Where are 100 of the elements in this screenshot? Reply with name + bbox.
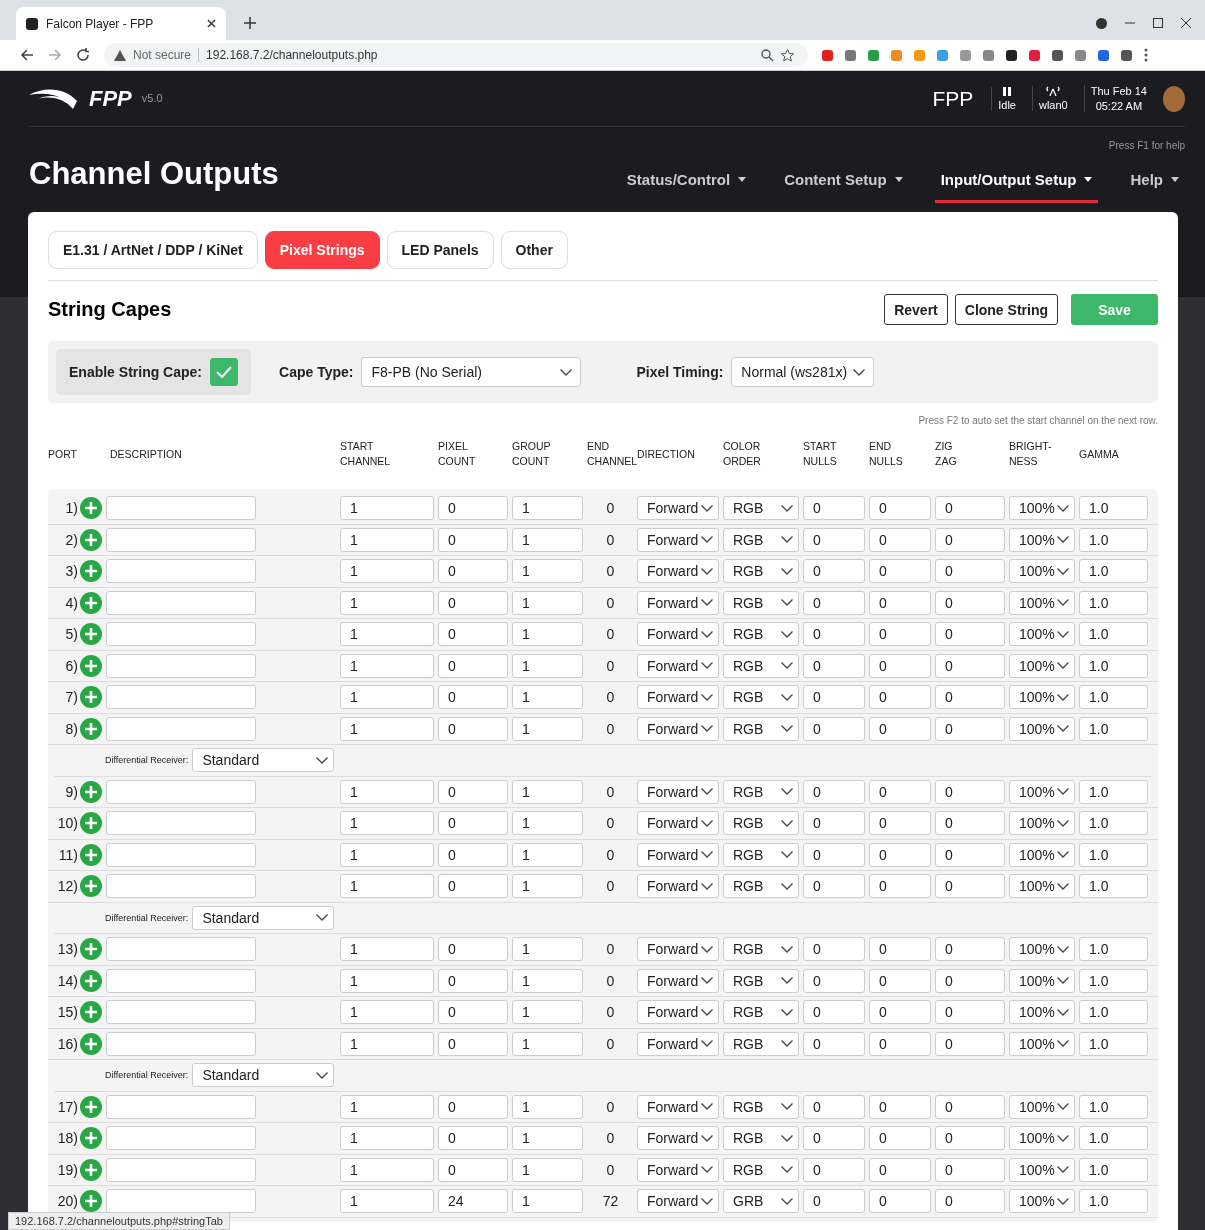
- receiver-select[interactable]: Standard: [192, 905, 335, 930]
- add-icon[interactable]: [80, 875, 102, 898]
- add-icon[interactable]: [80, 812, 102, 835]
- color-order-select[interactable]: RGB: [723, 622, 799, 647]
- color-order-select[interactable]: RGB: [723, 779, 799, 804]
- pixel-count-field[interactable]: 0: [438, 811, 508, 836]
- output-tab[interactable]: LED Panels: [386, 231, 494, 269]
- add-icon[interactable]: [80, 1158, 102, 1181]
- start-nulls-field[interactable]: 0: [803, 716, 865, 741]
- add-icon[interactable]: [80, 654, 102, 677]
- description-field[interactable]: [106, 559, 256, 584]
- group-count-field[interactable]: 1: [512, 1157, 583, 1182]
- start-channel-field[interactable]: 1: [340, 1000, 434, 1025]
- add-icon[interactable]: [80, 560, 102, 583]
- color-order-select[interactable]: RGB: [723, 1126, 799, 1151]
- brightness-select[interactable]: 100%: [1009, 1031, 1075, 1056]
- color-order-select[interactable]: RGB: [723, 716, 799, 741]
- brightness-select[interactable]: 100%: [1009, 527, 1075, 552]
- color-order-select[interactable]: RGB: [723, 1031, 799, 1056]
- nav-menu-item[interactable]: Help: [1124, 159, 1185, 203]
- direction-select[interactable]: Forward: [637, 653, 719, 678]
- color-order-select[interactable]: RGB: [723, 842, 799, 867]
- pixel-count-field[interactable]: 0: [438, 496, 508, 521]
- direction-select[interactable]: Forward: [637, 716, 719, 741]
- pixel-count-field[interactable]: 0: [438, 1157, 508, 1182]
- add-icon[interactable]: [80, 623, 102, 646]
- add-icon[interactable]: [80, 1032, 102, 1055]
- description-field[interactable]: [106, 1031, 256, 1056]
- outline-button[interactable]: Clone String: [954, 294, 1058, 325]
- group-count-field[interactable]: 1: [512, 937, 583, 962]
- close-icon[interactable]: [207, 19, 216, 28]
- direction-select[interactable]: Forward: [637, 811, 719, 836]
- description-field[interactable]: [106, 716, 256, 741]
- start-channel-field[interactable]: 1: [340, 496, 434, 521]
- pixel-count-field[interactable]: 0: [438, 874, 508, 899]
- direction-select[interactable]: Forward: [637, 937, 719, 962]
- zig-zag-field[interactable]: 0: [935, 1094, 1005, 1119]
- color-order-select[interactable]: RGB: [723, 527, 799, 552]
- add-icon[interactable]: [80, 938, 102, 961]
- gamma-field[interactable]: 1.0: [1079, 559, 1148, 584]
- end-nulls-field[interactable]: 0: [869, 779, 931, 804]
- address-bar[interactable]: Not secure 192.168.7.2/channeloutputs.php: [104, 43, 808, 67]
- outline-button[interactable]: Revert: [884, 294, 948, 325]
- group-count-field[interactable]: 1: [512, 622, 583, 647]
- start-nulls-field[interactable]: 0: [803, 590, 865, 615]
- direction-select[interactable]: Forward: [637, 842, 719, 867]
- group-count-field[interactable]: 1: [512, 874, 583, 899]
- direction-select[interactable]: Forward: [637, 1126, 719, 1151]
- add-icon[interactable]: [80, 497, 102, 520]
- start-channel-field[interactable]: 1: [340, 968, 434, 993]
- brightness-select[interactable]: 100%: [1009, 1157, 1075, 1182]
- pixel-count-field[interactable]: 0: [438, 527, 508, 552]
- end-nulls-field[interactable]: 0: [869, 968, 931, 993]
- group-count-field[interactable]: 1: [512, 653, 583, 678]
- add-icon[interactable]: [80, 686, 102, 709]
- description-field[interactable]: [106, 496, 256, 521]
- start-nulls-field[interactable]: 0: [803, 653, 865, 678]
- description-field[interactable]: [106, 590, 256, 615]
- color-order-select[interactable]: RGB: [723, 1094, 799, 1119]
- gamma-field[interactable]: 1.0: [1079, 811, 1148, 836]
- gamma-field[interactable]: 1.0: [1079, 1031, 1148, 1056]
- brightness-select[interactable]: 100%: [1009, 779, 1075, 804]
- zig-zag-field[interactable]: 0: [935, 590, 1005, 615]
- gamma-field[interactable]: 1.0: [1079, 968, 1148, 993]
- add-icon[interactable]: [80, 1001, 102, 1024]
- output-tab[interactable]: E1.31 / ArtNet / DDP / KiNet: [48, 231, 258, 269]
- end-nulls-field[interactable]: 0: [869, 1000, 931, 1025]
- start-channel-field[interactable]: 1: [340, 1157, 434, 1182]
- brightness-select[interactable]: 100%: [1009, 811, 1075, 836]
- start-channel-field[interactable]: 1: [340, 1189, 434, 1214]
- start-nulls-field[interactable]: 0: [803, 842, 865, 867]
- add-icon[interactable]: [80, 969, 102, 992]
- receiver-select[interactable]: Standard: [192, 748, 335, 773]
- start-channel-field[interactable]: 1: [340, 653, 434, 678]
- add-icon[interactable]: [80, 591, 102, 614]
- add-icon[interactable]: [80, 843, 102, 866]
- add-icon[interactable]: [80, 1190, 102, 1213]
- zig-zag-field[interactable]: 0: [935, 874, 1005, 899]
- group-count-field[interactable]: 1: [512, 1189, 583, 1214]
- maximize-icon[interactable]: [1153, 18, 1163, 28]
- extension-icon[interactable]: [1052, 49, 1063, 61]
- nav-menu-item[interactable]: Input/Output Setup: [934, 159, 1099, 203]
- pixel-count-field[interactable]: 0: [438, 590, 508, 615]
- zig-zag-field[interactable]: 0: [935, 496, 1005, 521]
- start-channel-field[interactable]: 1: [340, 1126, 434, 1151]
- end-nulls-field[interactable]: 0: [869, 811, 931, 836]
- group-count-field[interactable]: 1: [512, 968, 583, 993]
- forward-arrow-icon[interactable]: [48, 48, 62, 62]
- zig-zag-field[interactable]: 0: [935, 559, 1005, 584]
- direction-select[interactable]: Forward: [637, 874, 719, 899]
- end-nulls-field[interactable]: 0: [869, 937, 931, 962]
- zig-zag-field[interactable]: 0: [935, 685, 1005, 710]
- color-order-select[interactable]: RGB: [723, 1157, 799, 1182]
- zig-zag-field[interactable]: 0: [935, 779, 1005, 804]
- color-order-select[interactable]: RGB: [723, 496, 799, 521]
- zig-zag-field[interactable]: 0: [935, 811, 1005, 836]
- pixel-count-field[interactable]: 0: [438, 1094, 508, 1119]
- pixel-count-field[interactable]: 0: [438, 1000, 508, 1025]
- brightness-select[interactable]: 100%: [1009, 1094, 1075, 1119]
- brightness-select[interactable]: 100%: [1009, 1126, 1075, 1151]
